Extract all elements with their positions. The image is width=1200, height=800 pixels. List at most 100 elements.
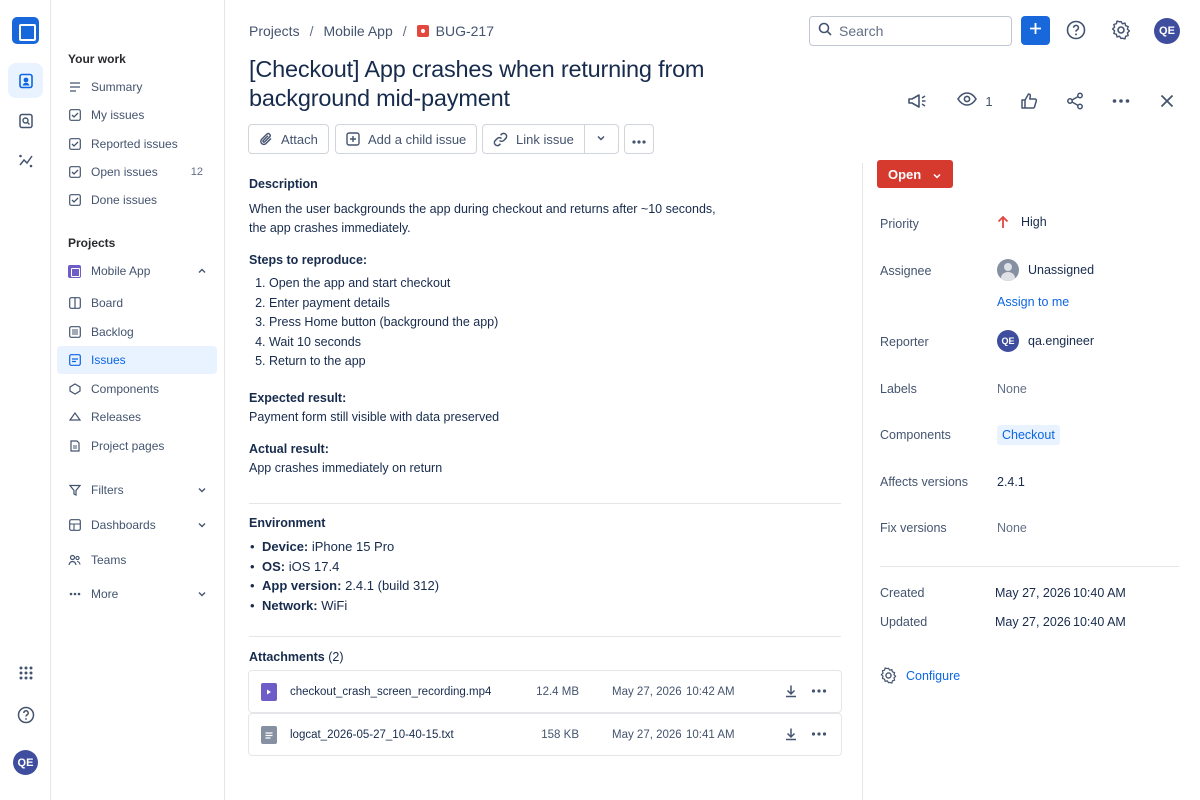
chevron-down-icon[interactable] xyxy=(197,588,207,602)
sidebar-item-open-issues[interactable]: Open issues 12 xyxy=(57,158,217,186)
sidebar-item-label: Reported issues xyxy=(91,137,178,151)
sidebar-item-summary[interactable]: Summary xyxy=(57,73,217,101)
sidebar-item-issues[interactable]: Issues xyxy=(57,346,217,374)
sidebar-item-label: Dashboards xyxy=(91,518,156,532)
breadcrumb: Projects / Mobile App / BUG-217 xyxy=(249,23,494,39)
issue-title[interactable]: [Checkout] App crashes when returning fr… xyxy=(249,55,769,113)
close-icon[interactable] xyxy=(1155,88,1179,114)
link-issue-dropdown[interactable] xyxy=(585,125,618,153)
search-input[interactable] xyxy=(839,23,999,39)
attach-button[interactable]: Attach xyxy=(248,124,329,154)
sidebar-item-label: Issues xyxy=(91,353,126,367)
rail-help-icon[interactable] xyxy=(8,697,43,732)
description-text[interactable]: When the user backgrounds the app during… xyxy=(249,200,719,238)
attachments-title: Attachments xyxy=(249,650,325,664)
link-issue-button[interactable]: Link issue xyxy=(483,125,585,153)
issues-icon xyxy=(68,354,81,367)
sidebar-item-releases[interactable]: Releases xyxy=(57,403,217,431)
breadcrumb-projects[interactable]: Projects xyxy=(249,23,300,39)
add-child-issue-button[interactable]: Add a child issue xyxy=(335,124,478,154)
created-date: May 27, 2026 xyxy=(995,586,1071,600)
help-icon[interactable] xyxy=(1064,18,1088,42)
backlog-icon xyxy=(68,326,81,339)
sidebar-item-label: Releases xyxy=(91,410,142,424)
breadcrumb-project[interactable]: Mobile App xyxy=(323,23,392,39)
rail-your-work-icon[interactable] xyxy=(8,63,43,98)
sidebar-item-project-pages[interactable]: Project pages xyxy=(57,432,217,460)
fix-versions-value[interactable]: None xyxy=(997,521,1027,535)
breadcrumb-separator: / xyxy=(402,23,407,39)
attachment-row[interactable]: checkout_crash_screen_recording.mp4 12.4… xyxy=(248,670,842,713)
rail-dashboard-icon[interactable] xyxy=(8,143,43,178)
app-switcher-icon[interactable] xyxy=(8,655,43,690)
attachment-name[interactable]: checkout_crash_screen_recording.mp4 xyxy=(290,686,491,698)
list-item: App version: 2.4.1 (build 312) xyxy=(250,576,439,596)
filter-icon xyxy=(68,484,81,497)
user-avatar[interactable]: QE xyxy=(1154,18,1180,44)
rail-search-doc-icon[interactable] xyxy=(8,103,43,138)
affects-versions-label: Affects versions xyxy=(880,475,969,489)
eye-icon xyxy=(957,91,978,111)
watch-button[interactable]: 1 xyxy=(955,88,995,114)
download-icon[interactable] xyxy=(784,684,798,701)
env-value: WiFi xyxy=(321,597,348,613)
thumbs-up-icon[interactable] xyxy=(1017,88,1041,114)
plus-icon xyxy=(1029,22,1042,40)
updated-time: 10:40 AM xyxy=(1073,615,1126,629)
settings-gear-icon[interactable] xyxy=(1109,18,1133,42)
chevron-down-icon[interactable] xyxy=(197,484,207,498)
sidebar-item-label: Teams xyxy=(91,553,127,567)
sidebar-item-more[interactable]: More xyxy=(57,580,217,608)
status-label: Open xyxy=(888,166,922,182)
sidebar-item-board[interactable]: Board xyxy=(57,289,217,317)
sidebar-item-my-issues[interactable]: My issues xyxy=(57,101,217,129)
your-work-heading: Your work xyxy=(68,52,126,66)
sidebar-item-teams[interactable]: Teams xyxy=(57,546,217,574)
more-icon[interactable] xyxy=(811,684,827,701)
search-box[interactable] xyxy=(809,16,1012,46)
sidebar-item-reported-issues[interactable]: Reported issues xyxy=(57,130,217,158)
sidebar-item-label: More xyxy=(91,587,119,601)
rail-user-avatar[interactable]: QE xyxy=(13,750,38,775)
component-tag[interactable]: Checkout xyxy=(997,425,1060,445)
reporter-field[interactable]: QE qa.engineer xyxy=(997,330,1094,352)
attachments-count: (2) xyxy=(328,650,344,664)
sidebar-item-label: Open issues xyxy=(91,165,158,179)
priority-field[interactable]: High xyxy=(997,215,1047,229)
attachment-row[interactable]: logcat_2026-05-27_10-40-15.txt 158 KB Ma… xyxy=(248,713,842,756)
sidebar-item-dashboards[interactable]: Dashboards xyxy=(57,511,217,539)
sidebar-item-backlog[interactable]: Backlog xyxy=(57,318,217,346)
attachment-name[interactable]: logcat_2026-05-27_10-40-15.txt xyxy=(290,729,454,741)
share-icon[interactable] xyxy=(1063,88,1087,114)
sidebar-item-done-issues[interactable]: Done issues xyxy=(57,186,217,214)
announce-megaphone-icon[interactable] xyxy=(904,88,930,114)
breadcrumb-issue-key[interactable]: BUG-217 xyxy=(436,23,494,39)
more-icon[interactable] xyxy=(811,727,827,744)
sidebar-item-filters[interactable]: Filters xyxy=(57,476,217,504)
more-toolbar-button[interactable] xyxy=(624,124,654,154)
app-logo-icon[interactable] xyxy=(12,17,39,44)
attachment-date: May 27, 2026 xyxy=(612,728,682,741)
affects-versions-value[interactable]: 2.4.1 xyxy=(997,475,1025,489)
more-icon xyxy=(68,588,81,601)
assign-to-me-link[interactable]: Assign to me xyxy=(997,295,1069,309)
project-icon xyxy=(68,264,81,278)
status-dropdown[interactable]: Open xyxy=(877,160,953,188)
env-key: OS: xyxy=(262,558,286,574)
components-field[interactable]: Checkout xyxy=(997,425,1060,445)
more-actions-icon[interactable] xyxy=(1109,88,1133,114)
labels-value[interactable]: None xyxy=(997,382,1027,396)
sidebar-project-mobile-app[interactable]: Mobile App xyxy=(57,257,217,285)
download-icon[interactable] xyxy=(784,727,798,744)
sidebar-item-label: Project pages xyxy=(91,439,165,453)
priority-value: High xyxy=(1021,215,1047,229)
sidebar-item-components[interactable]: Components xyxy=(57,375,217,403)
chevron-down-icon[interactable] xyxy=(197,519,207,533)
assignee-field[interactable]: Unassigned xyxy=(997,259,1094,281)
create-button[interactable] xyxy=(1021,16,1050,45)
assignee-label: Assignee xyxy=(880,264,932,278)
chevron-up-icon[interactable] xyxy=(197,265,207,279)
configure-link[interactable]: Configure xyxy=(880,667,960,684)
components-label: Components xyxy=(880,428,951,442)
more-icon xyxy=(632,132,646,147)
